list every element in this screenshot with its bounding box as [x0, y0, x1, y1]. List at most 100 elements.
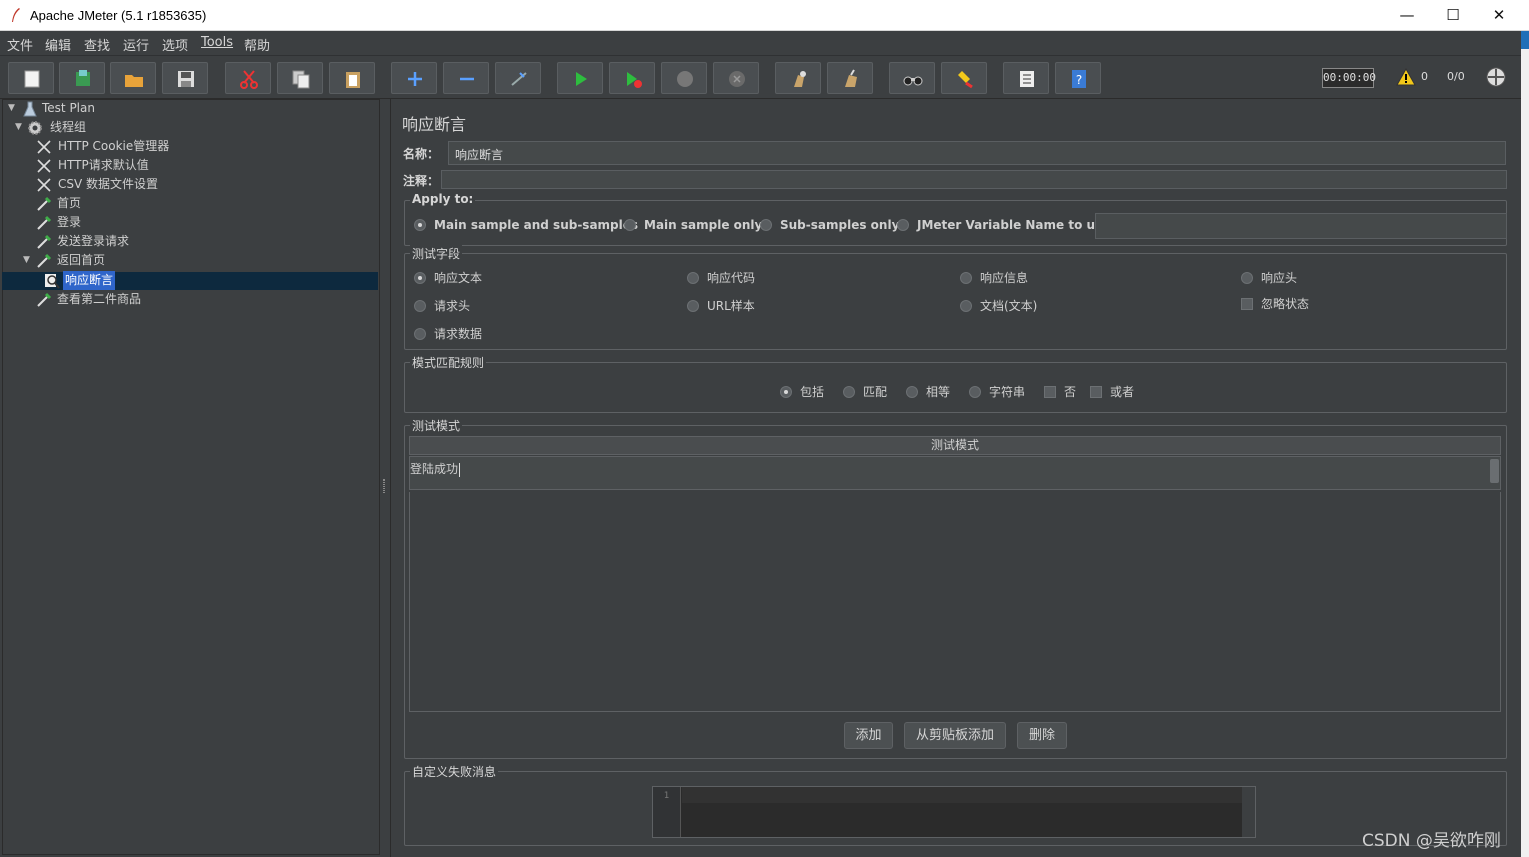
watermark: CSDN @吴欲咋刚 — [1362, 831, 1501, 851]
stop-button[interactable] — [661, 62, 707, 94]
match-rules-group: 模式匹配规则 包括 匹配 相等 字符串 否 或者 — [404, 354, 1507, 413]
reset-search-button[interactable] — [941, 62, 987, 94]
search-button[interactable] — [889, 62, 935, 94]
comment-label: 注释： — [403, 174, 440, 188]
panel-title: 响应断言 — [402, 115, 467, 134]
warning-icon[interactable] — [1396, 68, 1416, 86]
pattern-cell[interactable]: 登陆成功 — [410, 460, 461, 477]
function-helper-button[interactable] — [1003, 62, 1049, 94]
tree-node-cookie-manager[interactable]: HTTP Cookie管理器 — [36, 137, 336, 156]
start-no-pauses-button[interactable] — [609, 62, 655, 94]
patterns-legend: 测试模式 — [410, 417, 463, 434]
cut-button[interactable] — [225, 62, 271, 94]
add-button[interactable]: 添加 — [844, 722, 893, 749]
tree-node-home[interactable]: 首页 — [36, 194, 336, 213]
menu-run[interactable]: 运行 — [123, 35, 149, 54]
jmeter-feather-icon — [12, 8, 20, 22]
menu-file[interactable]: 文件 — [7, 35, 33, 54]
desktop-edge — [1521, 31, 1529, 857]
delete-button[interactable]: 删除 — [1017, 722, 1067, 749]
menu-options[interactable]: 选项 — [162, 35, 188, 54]
help-book-icon: ? — [1072, 70, 1086, 88]
copy-icon — [292, 70, 310, 89]
assertion-panel: 响应断言 名称： 响应断言 注释： Apply to: Main sample … — [390, 99, 1521, 857]
pipette-icon — [37, 196, 52, 211]
match-rules-legend: 模式匹配规则 — [410, 354, 487, 371]
pipette-icon — [37, 234, 52, 249]
patterns-table-area — [409, 492, 1501, 712]
save-icon — [178, 71, 194, 87]
elapsed-timer: 00:00:00 — [1322, 68, 1376, 88]
play-icon — [576, 72, 587, 86]
help-button[interactable]: ? — [1055, 62, 1101, 94]
new-button[interactable] — [8, 62, 54, 94]
collapse-arrow-icon[interactable]: ▼ — [23, 251, 33, 270]
collapse-arrow-icon[interactable]: ▼ — [8, 99, 18, 118]
shutdown-icon — [729, 71, 745, 87]
failure-message-legend: 自定义失败消息 — [410, 763, 499, 780]
new-file-icon — [24, 70, 40, 88]
menu-tools[interactable]: Tools — [201, 35, 233, 50]
stop-icon — [677, 71, 693, 87]
close-button[interactable]: ✕ — [1476, 0, 1522, 31]
cell-scrollbar[interactable] — [1490, 459, 1499, 483]
remote-globe-icon[interactable] — [1485, 66, 1507, 88]
minimize-button[interactable]: — — [1384, 0, 1430, 31]
collapse-all-button[interactable] — [443, 62, 489, 94]
failure-message-group: 自定义失败消息 1 — [404, 763, 1507, 846]
expand-all-button[interactable] — [391, 62, 437, 94]
pipette-icon — [37, 253, 52, 268]
maximize-button[interactable]: ☐ — [1430, 0, 1476, 31]
start-button[interactable] — [557, 62, 603, 94]
editor-scrollbar[interactable] — [1242, 787, 1255, 837]
jmeter-variable-input[interactable] — [1095, 213, 1507, 239]
open-button[interactable] — [110, 62, 156, 94]
copy-button[interactable] — [277, 62, 323, 94]
shutdown-button[interactable] — [713, 62, 759, 94]
menu-help[interactable]: 帮助 — [244, 35, 270, 54]
minus-icon — [460, 77, 474, 81]
clear-button[interactable] — [775, 62, 821, 94]
menu-edit[interactable]: 编辑 — [45, 35, 71, 54]
toggle-button[interactable] — [495, 62, 541, 94]
tree-node-response-assertion[interactable]: 响应断言 — [44, 271, 344, 290]
tree-node-http-defaults[interactable]: HTTP请求默认值 — [36, 156, 336, 175]
tree-node-view-second-item[interactable]: 查看第二件商品 — [36, 290, 336, 309]
add-from-clipboard-button[interactable]: 从剪贴板添加 — [904, 722, 1006, 749]
tree-node-test-plan[interactable]: ▼ Test Plan — [8, 99, 308, 118]
clear-all-button[interactable] — [827, 62, 873, 94]
test-plan-icon — [23, 101, 37, 117]
toggle-wand-icon — [511, 72, 527, 86]
panel-splitter[interactable] — [380, 99, 388, 855]
plus-icon — [408, 72, 422, 86]
table-row[interactable]: 登陆成功 — [409, 456, 1501, 490]
play-no-timers-icon — [627, 72, 642, 88]
failure-message-editor[interactable]: 1 — [652, 786, 1256, 838]
menu-search[interactable]: 查找 — [84, 35, 110, 54]
wrench-scissors-icon — [37, 159, 51, 173]
paste-button[interactable] — [329, 62, 375, 94]
line-number-gutter: 1 — [653, 787, 681, 837]
toolbar: ? 00:00:00 0 0/0 — [0, 55, 1521, 99]
tree-node-back-home[interactable]: ▼ 返回首页 — [23, 251, 323, 270]
tree-node-login[interactable]: 登录 — [36, 213, 336, 232]
name-label: 名称： — [403, 147, 440, 161]
folder-icon — [125, 75, 143, 87]
apply-to-legend: Apply to: — [410, 192, 476, 206]
patterns-group: 测试模式 测试模式 登陆成功 添加 从剪贴板添加 删除 — [404, 417, 1507, 759]
svg-text:?: ? — [1076, 73, 1082, 87]
patterns-column-header[interactable]: 测试模式 — [409, 436, 1501, 455]
tree-node-csv-dataset[interactable]: CSV 数据文件设置 — [36, 175, 336, 194]
comment-input[interactable] — [441, 170, 1507, 189]
save-button[interactable] — [162, 62, 208, 94]
collapse-arrow-icon[interactable]: ▼ — [15, 118, 25, 137]
menu-bar: 文件 编辑 查找 运行 选项 Tools 帮助 — [0, 31, 1521, 55]
highlighter-icon — [958, 71, 973, 89]
tree-node-send-login[interactable]: 发送登录请求 — [36, 232, 336, 251]
name-input[interactable]: 响应断言 — [448, 141, 1506, 165]
paste-icon — [346, 72, 360, 88]
tree-node-thread-group[interactable]: ▼ 线程组 — [15, 118, 315, 137]
templates-button[interactable] — [59, 62, 105, 94]
list-icon — [1020, 71, 1034, 87]
current-line-highlight — [682, 787, 1242, 803]
